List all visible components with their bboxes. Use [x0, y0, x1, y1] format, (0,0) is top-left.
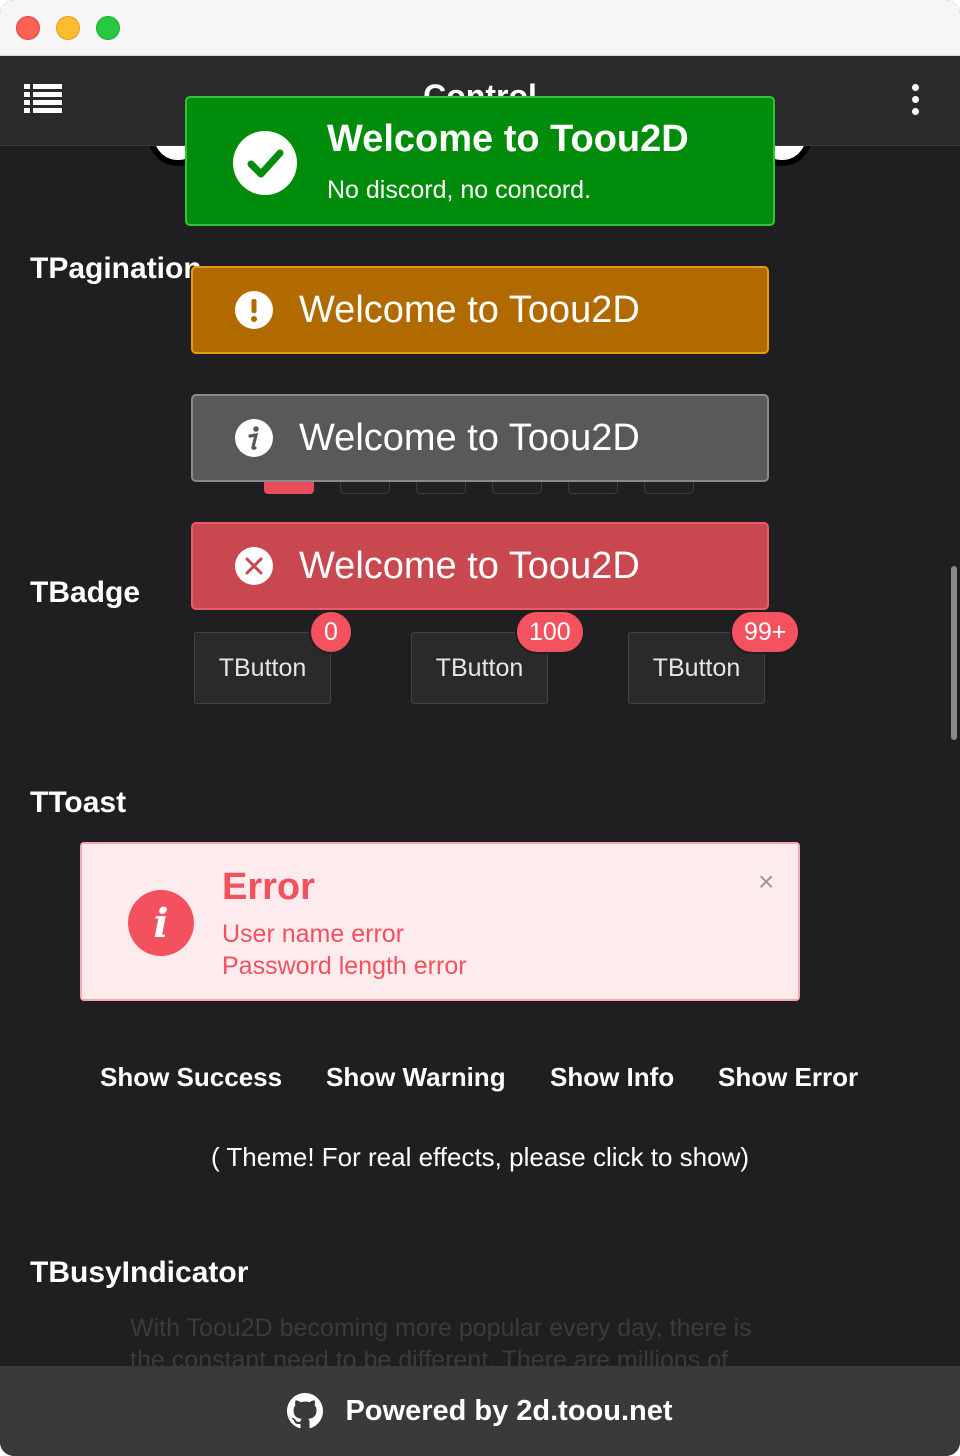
close-icon[interactable]: ×	[758, 866, 774, 898]
notification-message: No discord, no concord.	[327, 176, 592, 204]
x-icon	[235, 547, 273, 585]
button-label: TButton	[435, 653, 524, 682]
section-title-busy-indicator: TBusyIndicator	[30, 1256, 249, 1289]
notification-text: Welcome to Toou2D	[299, 288, 640, 331]
warning-notification: Welcome to Toou2D	[191, 266, 769, 354]
footer: Powered by 2d.toou.net	[0, 1366, 960, 1456]
more-vertical-icon[interactable]	[910, 84, 922, 116]
error-notification: Welcome to Toou2D	[191, 522, 769, 610]
count-badge: 99+	[730, 610, 801, 654]
scrollbar[interactable]	[951, 566, 957, 740]
notification-text: Welcome to Toou2D	[299, 416, 640, 459]
button-label: TButton	[218, 653, 307, 682]
exclamation-icon	[235, 291, 273, 329]
section-title-toast: TToast	[30, 786, 127, 819]
toast-title: Error	[222, 866, 315, 908]
badge-button[interactable]: TButton 99+	[628, 610, 801, 704]
show-info-button[interactable]: Show Info	[550, 1062, 674, 1093]
info-icon: i	[128, 890, 194, 956]
busy-description: the constant need to be different. There…	[130, 1346, 729, 1366]
window-titlebar	[0, 0, 960, 56]
count-badge: 100	[515, 610, 585, 654]
info-icon	[235, 419, 273, 457]
show-success-button[interactable]: Show Success	[100, 1062, 282, 1093]
show-error-button[interactable]: Show Error	[718, 1062, 858, 1093]
notification-text: Welcome to Toou2D	[299, 544, 640, 587]
toast-message: Password length error	[222, 952, 467, 980]
close-window-button[interactable]	[16, 16, 40, 40]
check-icon	[233, 131, 297, 195]
toast-message: User name error	[222, 920, 404, 948]
section-title-badge: TBadge	[30, 576, 141, 609]
minimize-window-button[interactable]	[56, 16, 80, 40]
section-title-pagination: TPagination	[30, 252, 202, 285]
badge-button[interactable]: TButton 0	[194, 610, 353, 704]
show-warning-button[interactable]: Show Warning	[326, 1062, 506, 1093]
zoom-window-button[interactable]	[96, 16, 120, 40]
busy-description: With Toou2D becoming more popular every …	[130, 1314, 752, 1342]
success-notification: Welcome to Toou2D No discord, no concord…	[185, 96, 775, 226]
badge-button[interactable]: TButton 100	[411, 610, 585, 704]
notification-title: Welcome to Toou2D	[327, 118, 689, 160]
button-label: TButton	[652, 653, 741, 682]
toast-note: ( Theme! For real effects, please click …	[210, 1142, 750, 1172]
app-window: Control TPagination TBadge TButton 0 TBu…	[0, 0, 960, 1456]
footer-text: Powered by 2d.toou.net	[345, 1394, 673, 1427]
error-toast: i Error User name error Password length …	[80, 842, 800, 1001]
count-badge: 0	[309, 610, 353, 654]
github-icon	[287, 1393, 324, 1429]
info-notification: Welcome to Toou2D	[191, 394, 769, 482]
